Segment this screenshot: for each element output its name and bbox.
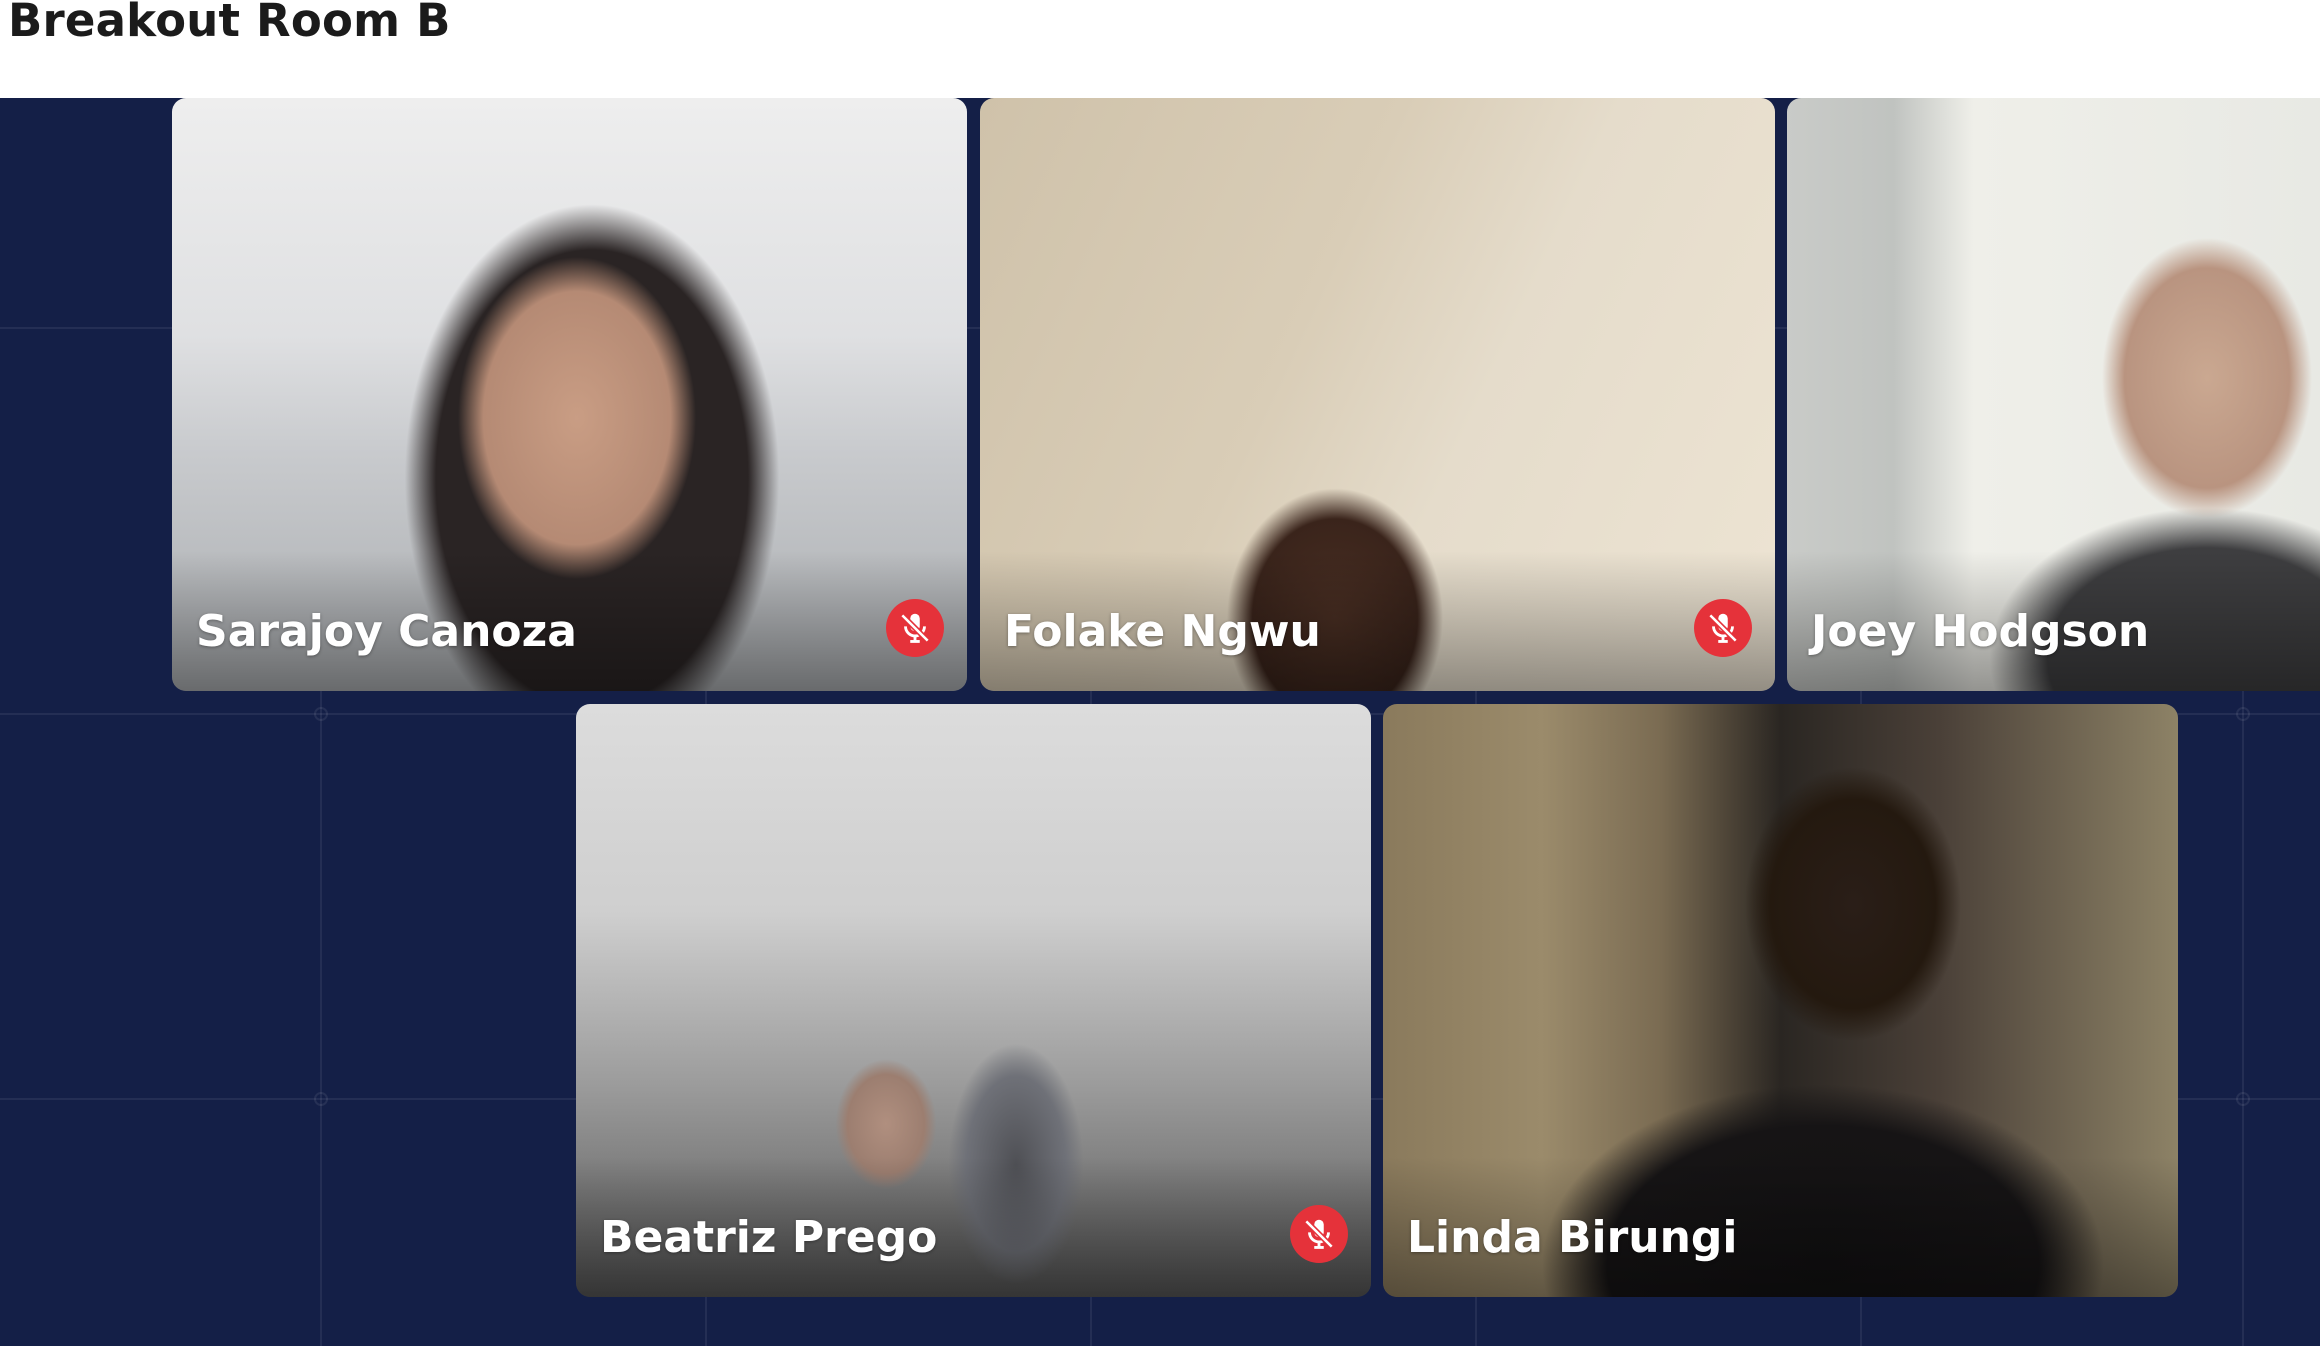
- participant-name: Joey Hodgson: [1811, 606, 2150, 657]
- participant-name: Beatriz Prego: [600, 1212, 938, 1263]
- participant-tile[interactable]: Beatriz Prego: [576, 704, 1371, 1297]
- mic-muted-icon: [1694, 599, 1752, 657]
- participant-tile[interactable]: Joey Hodgson: [1787, 98, 2320, 691]
- participant-tile[interactable]: Linda Birungi: [1383, 704, 2178, 1297]
- grid-node: [2236, 1092, 2250, 1106]
- video-grid: Sarajoy Canoza Folake Ngwu Joey Hodgson …: [0, 98, 2320, 1346]
- participant-tile[interactable]: Sarajoy Canoza: [172, 98, 967, 691]
- mic-muted-icon: [1290, 1205, 1348, 1263]
- participant-name: Sarajoy Canoza: [196, 606, 577, 657]
- mic-muted-icon: [886, 599, 944, 657]
- grid-node: [314, 707, 328, 721]
- room-title: Breakout Room B: [8, 0, 451, 47]
- participant-tile[interactable]: Folake Ngwu: [980, 98, 1775, 691]
- grid-node: [314, 1092, 328, 1106]
- participant-name: Linda Birungi: [1407, 1212, 1738, 1263]
- participant-name: Folake Ngwu: [1004, 606, 1321, 657]
- grid-node: [2236, 707, 2250, 721]
- room-header: Breakout Room B: [0, 0, 2320, 98]
